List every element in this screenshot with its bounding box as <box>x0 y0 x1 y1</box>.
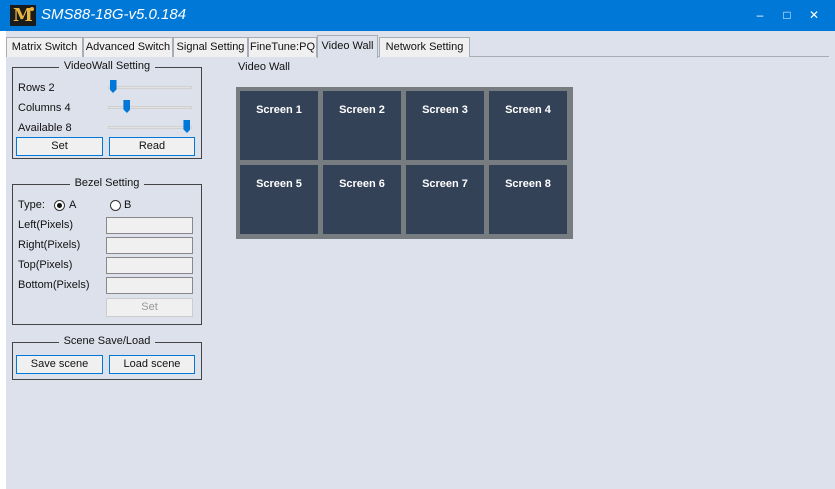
screen-tile[interactable]: Screen 5 <box>240 165 318 234</box>
left-pixels-input[interactable] <box>106 217 193 234</box>
video-wall-grid: Screen 1 Screen 2 Screen 3 Screen 4 Scre… <box>236 87 573 239</box>
radio-a-icon[interactable] <box>54 200 65 211</box>
scene-legend: Scene Save/Load <box>58 335 156 347</box>
app-logo-icon: M <box>10 5 36 26</box>
left-pixels-label: Left(Pixels) <box>18 219 74 231</box>
screen-tile[interactable]: Screen 2 <box>323 91 401 160</box>
screen-tile[interactable]: Screen 7 <box>406 165 484 234</box>
available-label: Available 8 <box>18 122 72 134</box>
title-bar: M SMS88-18G-v5.0.184 – □ ✕ <box>0 0 835 31</box>
screen-tile[interactable]: Screen 6 <box>323 165 401 234</box>
available-slider[interactable] <box>108 120 192 134</box>
tab-signal-setting[interactable]: Signal Setting <box>173 37 248 57</box>
screen-tile[interactable]: Screen 8 <box>489 165 567 234</box>
maximize-icon[interactable]: □ <box>776 5 798 25</box>
scene-save-load-group: Scene Save/Load Save scene Load scene <box>12 335 202 380</box>
columns-slider[interactable] <box>108 100 192 114</box>
videowall-setting-legend: VideoWall Setting <box>58 60 156 72</box>
tab-finetune-pq[interactable]: FineTune:PQ <box>248 37 317 57</box>
rows-slider[interactable] <box>108 80 192 94</box>
screen-tile[interactable]: Screen 4 <box>489 91 567 160</box>
videowall-setting-group: VideoWall Setting Rows 2 Columns 4 Avail… <box>12 60 202 159</box>
video-wall-title: Video Wall <box>238 61 290 73</box>
right-pixels-label: Right(Pixels) <box>18 239 81 251</box>
type-label: Type: <box>18 199 45 211</box>
columns-slider-thumb[interactable] <box>123 100 131 113</box>
app-body: Matrix Switch Advanced Switch Signal Set… <box>6 31 835 489</box>
radio-b-icon[interactable] <box>110 200 121 211</box>
top-pixels-label: Top(Pixels) <box>18 259 73 271</box>
radio-b-label[interactable]: B <box>124 199 131 211</box>
tab-bar: Matrix Switch Advanced Switch Signal Set… <box>6 35 829 58</box>
minimize-icon[interactable]: – <box>749 5 771 25</box>
rows-slider-thumb[interactable] <box>109 80 117 93</box>
screen-tile[interactable]: Screen 1 <box>240 91 318 160</box>
load-scene-button[interactable]: Load scene <box>109 355 195 374</box>
tab-network-setting[interactable]: Network Setting <box>379 37 470 57</box>
rows-label: Rows 2 <box>18 82 55 94</box>
tab-video-wall[interactable]: Video Wall <box>317 35 378 58</box>
videowall-read-button[interactable]: Read <box>109 137 195 156</box>
save-scene-button[interactable]: Save scene <box>16 355 103 374</box>
top-pixels-input[interactable] <box>106 257 193 274</box>
bottom-pixels-label: Bottom(Pixels) <box>18 279 90 291</box>
bezel-setting-legend: Bezel Setting <box>69 177 145 189</box>
right-pixels-input[interactable] <box>106 237 193 254</box>
tab-matrix-switch[interactable]: Matrix Switch <box>6 37 83 57</box>
tab-advanced-switch[interactable]: Advanced Switch <box>83 37 173 57</box>
radio-a-label[interactable]: A <box>69 199 76 211</box>
close-icon[interactable]: ✕ <box>803 5 825 25</box>
bezel-set-button[interactable]: Set <box>106 298 193 317</box>
videowall-set-button[interactable]: Set <box>16 137 103 156</box>
bezel-setting-group: Bezel Setting Type: A B Left(Pixels) Rig… <box>12 177 202 325</box>
screen-tile[interactable]: Screen 3 <box>406 91 484 160</box>
window-title: SMS88-18G-v5.0.184 <box>41 6 187 23</box>
columns-label: Columns 4 <box>18 102 71 114</box>
available-slider-thumb[interactable] <box>183 120 191 133</box>
bottom-pixels-input[interactable] <box>106 277 193 294</box>
